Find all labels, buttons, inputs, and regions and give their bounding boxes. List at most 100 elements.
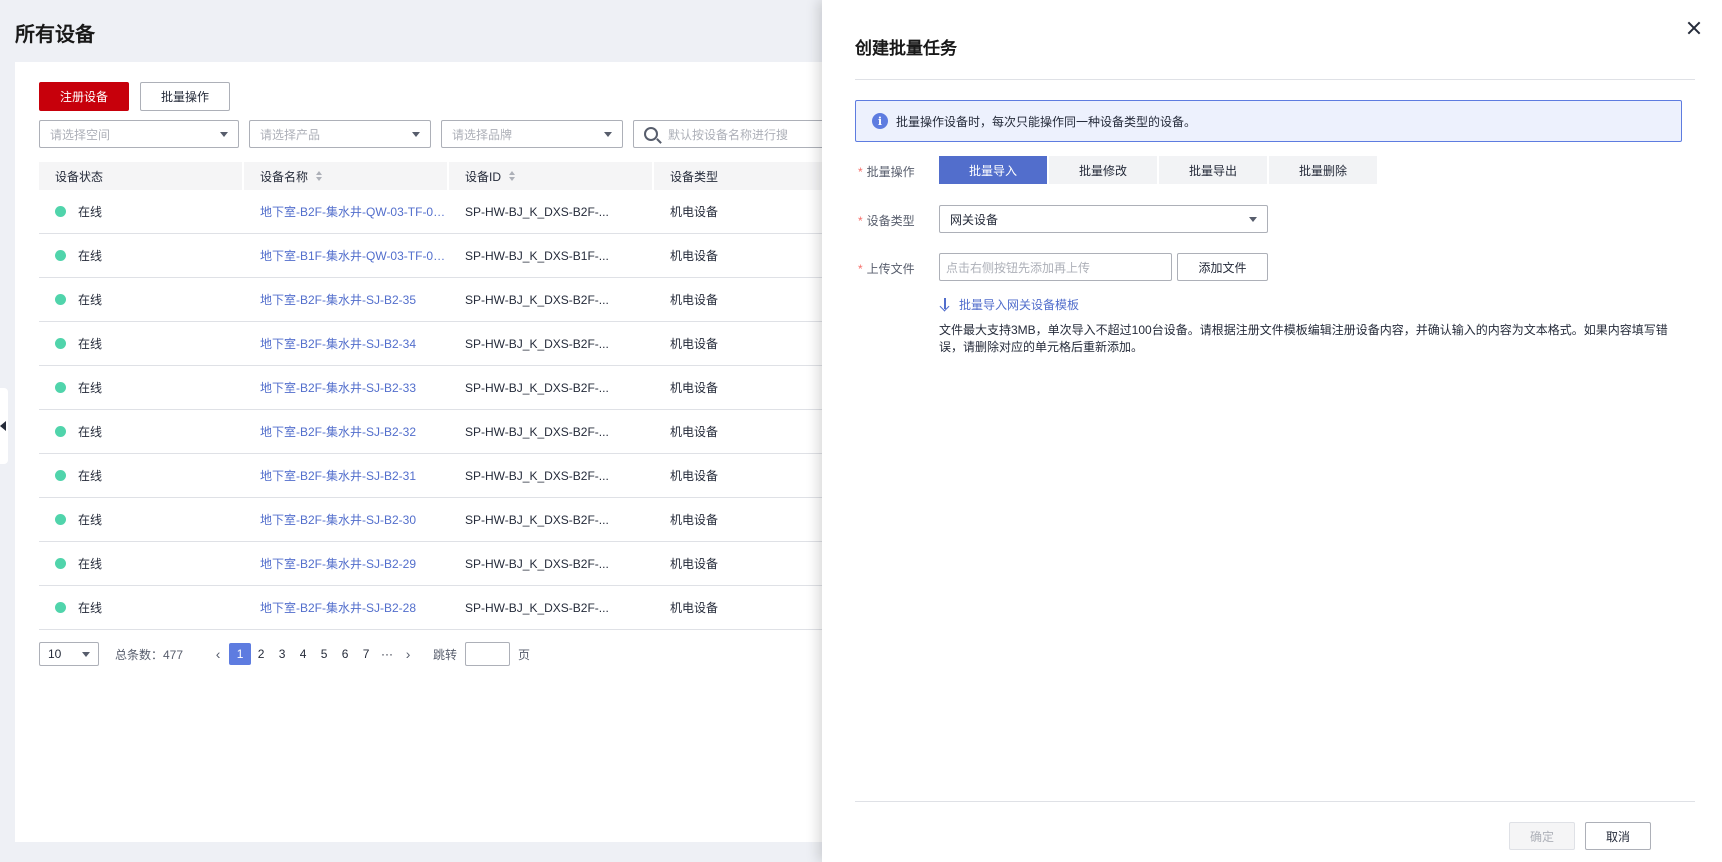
device-name-link[interactable]: 地下室-B2F-集水井-SJ-B2-28 bbox=[244, 599, 449, 616]
device-name-link[interactable]: 地下室-B2F-集水井-QW-03-TF-03... bbox=[244, 203, 449, 220]
confirm-button[interactable]: 确定 bbox=[1509, 822, 1575, 850]
column-header-status: 设备状态 bbox=[39, 162, 244, 190]
online-status-icon bbox=[55, 426, 66, 437]
prev-page-icon[interactable]: ‹ bbox=[207, 646, 229, 662]
device-id-cell: SP-HW-BJ_K_DXS-B2F-... bbox=[465, 600, 609, 615]
page-number[interactable]: 7 bbox=[355, 643, 377, 665]
search-icon bbox=[644, 127, 658, 141]
jump-page-input[interactable] bbox=[465, 642, 511, 666]
space-select[interactable]: 请选择空间 bbox=[39, 120, 239, 148]
device-name-link[interactable]: 地下室-B2F-集水井-SJ-B2-31 bbox=[244, 467, 449, 484]
op-export-button[interactable]: 批量导出 bbox=[1159, 156, 1267, 184]
device-name-link[interactable]: 地下室-B2F-集水井-SJ-B2-33 bbox=[244, 379, 449, 396]
required-mark: * bbox=[858, 214, 863, 228]
status-text: 在线 bbox=[78, 205, 103, 219]
device-id-cell: SP-HW-BJ_K_DXS-B2F-... bbox=[465, 512, 609, 527]
online-status-icon bbox=[55, 382, 66, 393]
status-cell: 在线 bbox=[39, 335, 244, 352]
device-name-link[interactable]: 地下室-B2F-集水井-SJ-B2-29 bbox=[244, 555, 449, 572]
device-name-link[interactable]: 地下室-B2F-集水井-SJ-B2-30 bbox=[244, 511, 449, 528]
device-name-link[interactable]: 地下室-B2F-集水井-SJ-B2-32 bbox=[244, 423, 449, 440]
status-text: 在线 bbox=[78, 513, 103, 527]
register-device-button[interactable]: 注册设备 bbox=[39, 82, 129, 111]
online-status-icon bbox=[55, 514, 66, 525]
info-notice: i 批量操作设备时，每次只能操作同一种设备类型的设备。 bbox=[855, 100, 1682, 142]
info-icon: i bbox=[872, 113, 888, 129]
device-name-link[interactable]: 地下室-B2F-集水井-SJ-B2-34 bbox=[244, 335, 449, 352]
status-text: 在线 bbox=[78, 601, 103, 615]
page-numbers: 1 2 3 4 5 6 7 ··· bbox=[229, 643, 397, 665]
online-status-icon bbox=[55, 294, 66, 305]
online-status-icon bbox=[55, 250, 66, 261]
jump-label: 跳转 bbox=[433, 647, 458, 662]
page-number[interactable]: 6 bbox=[334, 643, 356, 665]
page-number[interactable]: 1 bbox=[229, 643, 252, 665]
space-select-placeholder: 请选择空间 bbox=[50, 127, 111, 142]
device-type-value: 网关设备 bbox=[950, 212, 999, 227]
required-mark: * bbox=[858, 262, 863, 276]
batch-operation-button[interactable]: 批量操作 bbox=[140, 82, 230, 111]
page-number[interactable]: 5 bbox=[313, 643, 335, 665]
op-modify-button[interactable]: 批量修改 bbox=[1049, 156, 1157, 184]
status-text: 在线 bbox=[78, 557, 103, 571]
status-cell: 在线 bbox=[39, 203, 244, 220]
status-text: 在线 bbox=[78, 469, 103, 483]
chevron-down-icon bbox=[220, 131, 228, 137]
required-mark: * bbox=[858, 165, 863, 179]
op-import-button[interactable]: 批量导入 bbox=[939, 156, 1047, 184]
chevron-down-icon bbox=[604, 131, 612, 137]
file-path-input[interactable]: 点击右侧按钮先添加再上传 bbox=[939, 253, 1172, 281]
drawer-title: 创建批量任务 bbox=[855, 39, 957, 58]
page-suffix: 页 bbox=[518, 647, 531, 662]
product-select[interactable]: 请选择产品 bbox=[249, 120, 431, 148]
add-file-button[interactable]: 添加文件 bbox=[1177, 253, 1268, 281]
device-id-cell: SP-HW-BJ_K_DXS-B1F-... bbox=[465, 248, 609, 263]
page-number[interactable]: 4 bbox=[292, 643, 314, 665]
status-cell: 在线 bbox=[39, 291, 244, 308]
online-status-icon bbox=[55, 470, 66, 481]
download-template-link[interactable]: 批量导入网关设备模板 bbox=[939, 296, 1079, 313]
device-type-label-text: 设备类型 bbox=[866, 214, 915, 228]
pagination: 10 总条数：477 ‹ 1 2 3 4 5 6 7 ··· › 跳转 页 bbox=[39, 642, 530, 666]
column-header-name[interactable]: 设备名称 bbox=[244, 162, 449, 190]
close-icon[interactable] bbox=[1686, 20, 1702, 36]
file-path-placeholder: 点击右侧按钮先添加再上传 bbox=[946, 260, 1091, 275]
sidebar-collapse-handle[interactable] bbox=[0, 388, 8, 464]
online-status-icon bbox=[55, 558, 66, 569]
page-size-value: 10 bbox=[48, 647, 62, 661]
device-type-select[interactable]: 网关设备 bbox=[939, 205, 1268, 233]
page-size-select[interactable]: 10 bbox=[39, 642, 99, 666]
upload-file-label: * 上传文件 bbox=[858, 260, 915, 277]
cancel-button[interactable]: 取消 bbox=[1585, 822, 1651, 850]
column-header-id[interactable]: 设备ID bbox=[449, 162, 654, 190]
status-text: 在线 bbox=[78, 293, 103, 307]
status-cell: 在线 bbox=[39, 511, 244, 528]
online-status-icon bbox=[55, 206, 66, 217]
sort-icon[interactable] bbox=[316, 171, 323, 181]
next-page-icon[interactable]: › bbox=[397, 646, 419, 662]
status-cell: 在线 bbox=[39, 599, 244, 616]
op-delete-button[interactable]: 批量删除 bbox=[1269, 156, 1377, 184]
brand-select[interactable]: 请选择品牌 bbox=[441, 120, 623, 148]
upload-file-label-text: 上传文件 bbox=[866, 262, 915, 276]
column-header-id-label: 设备ID bbox=[465, 169, 502, 184]
sort-icon[interactable] bbox=[509, 171, 516, 181]
brand-select-placeholder: 请选择品牌 bbox=[452, 127, 513, 142]
search-input[interactable]: 默认按设备名称进行搜 bbox=[633, 120, 853, 148]
page-ellipsis[interactable]: ··· bbox=[376, 643, 398, 665]
page-number[interactable]: 3 bbox=[271, 643, 293, 665]
status-text: 在线 bbox=[78, 249, 103, 263]
download-icon bbox=[939, 297, 951, 312]
device-name-link[interactable]: 地下室-B2F-集水井-SJ-B2-35 bbox=[244, 291, 449, 308]
chevron-down-icon bbox=[412, 131, 420, 137]
upload-help-text: 文件最大支持3MB，单次导入不超过100台设备。请根据注册文件模板编辑注册设备内… bbox=[939, 323, 1668, 354]
status-cell: 在线 bbox=[39, 379, 244, 396]
device-id-cell: SP-HW-BJ_K_DXS-B2F-... bbox=[465, 380, 609, 395]
status-text: 在线 bbox=[78, 425, 103, 439]
header-divider bbox=[855, 79, 1695, 80]
page-root: 所有设备 注册设备 批量操作 请选择空间 请选择产品 请选择品牌 默认按设备名称… bbox=[0, 0, 1722, 862]
page-number[interactable]: 2 bbox=[250, 643, 272, 665]
online-status-icon bbox=[55, 602, 66, 613]
device-name-link[interactable]: 地下室-B1F-集水井-QW-03-TF-04... bbox=[244, 247, 449, 264]
status-text: 在线 bbox=[78, 337, 103, 351]
